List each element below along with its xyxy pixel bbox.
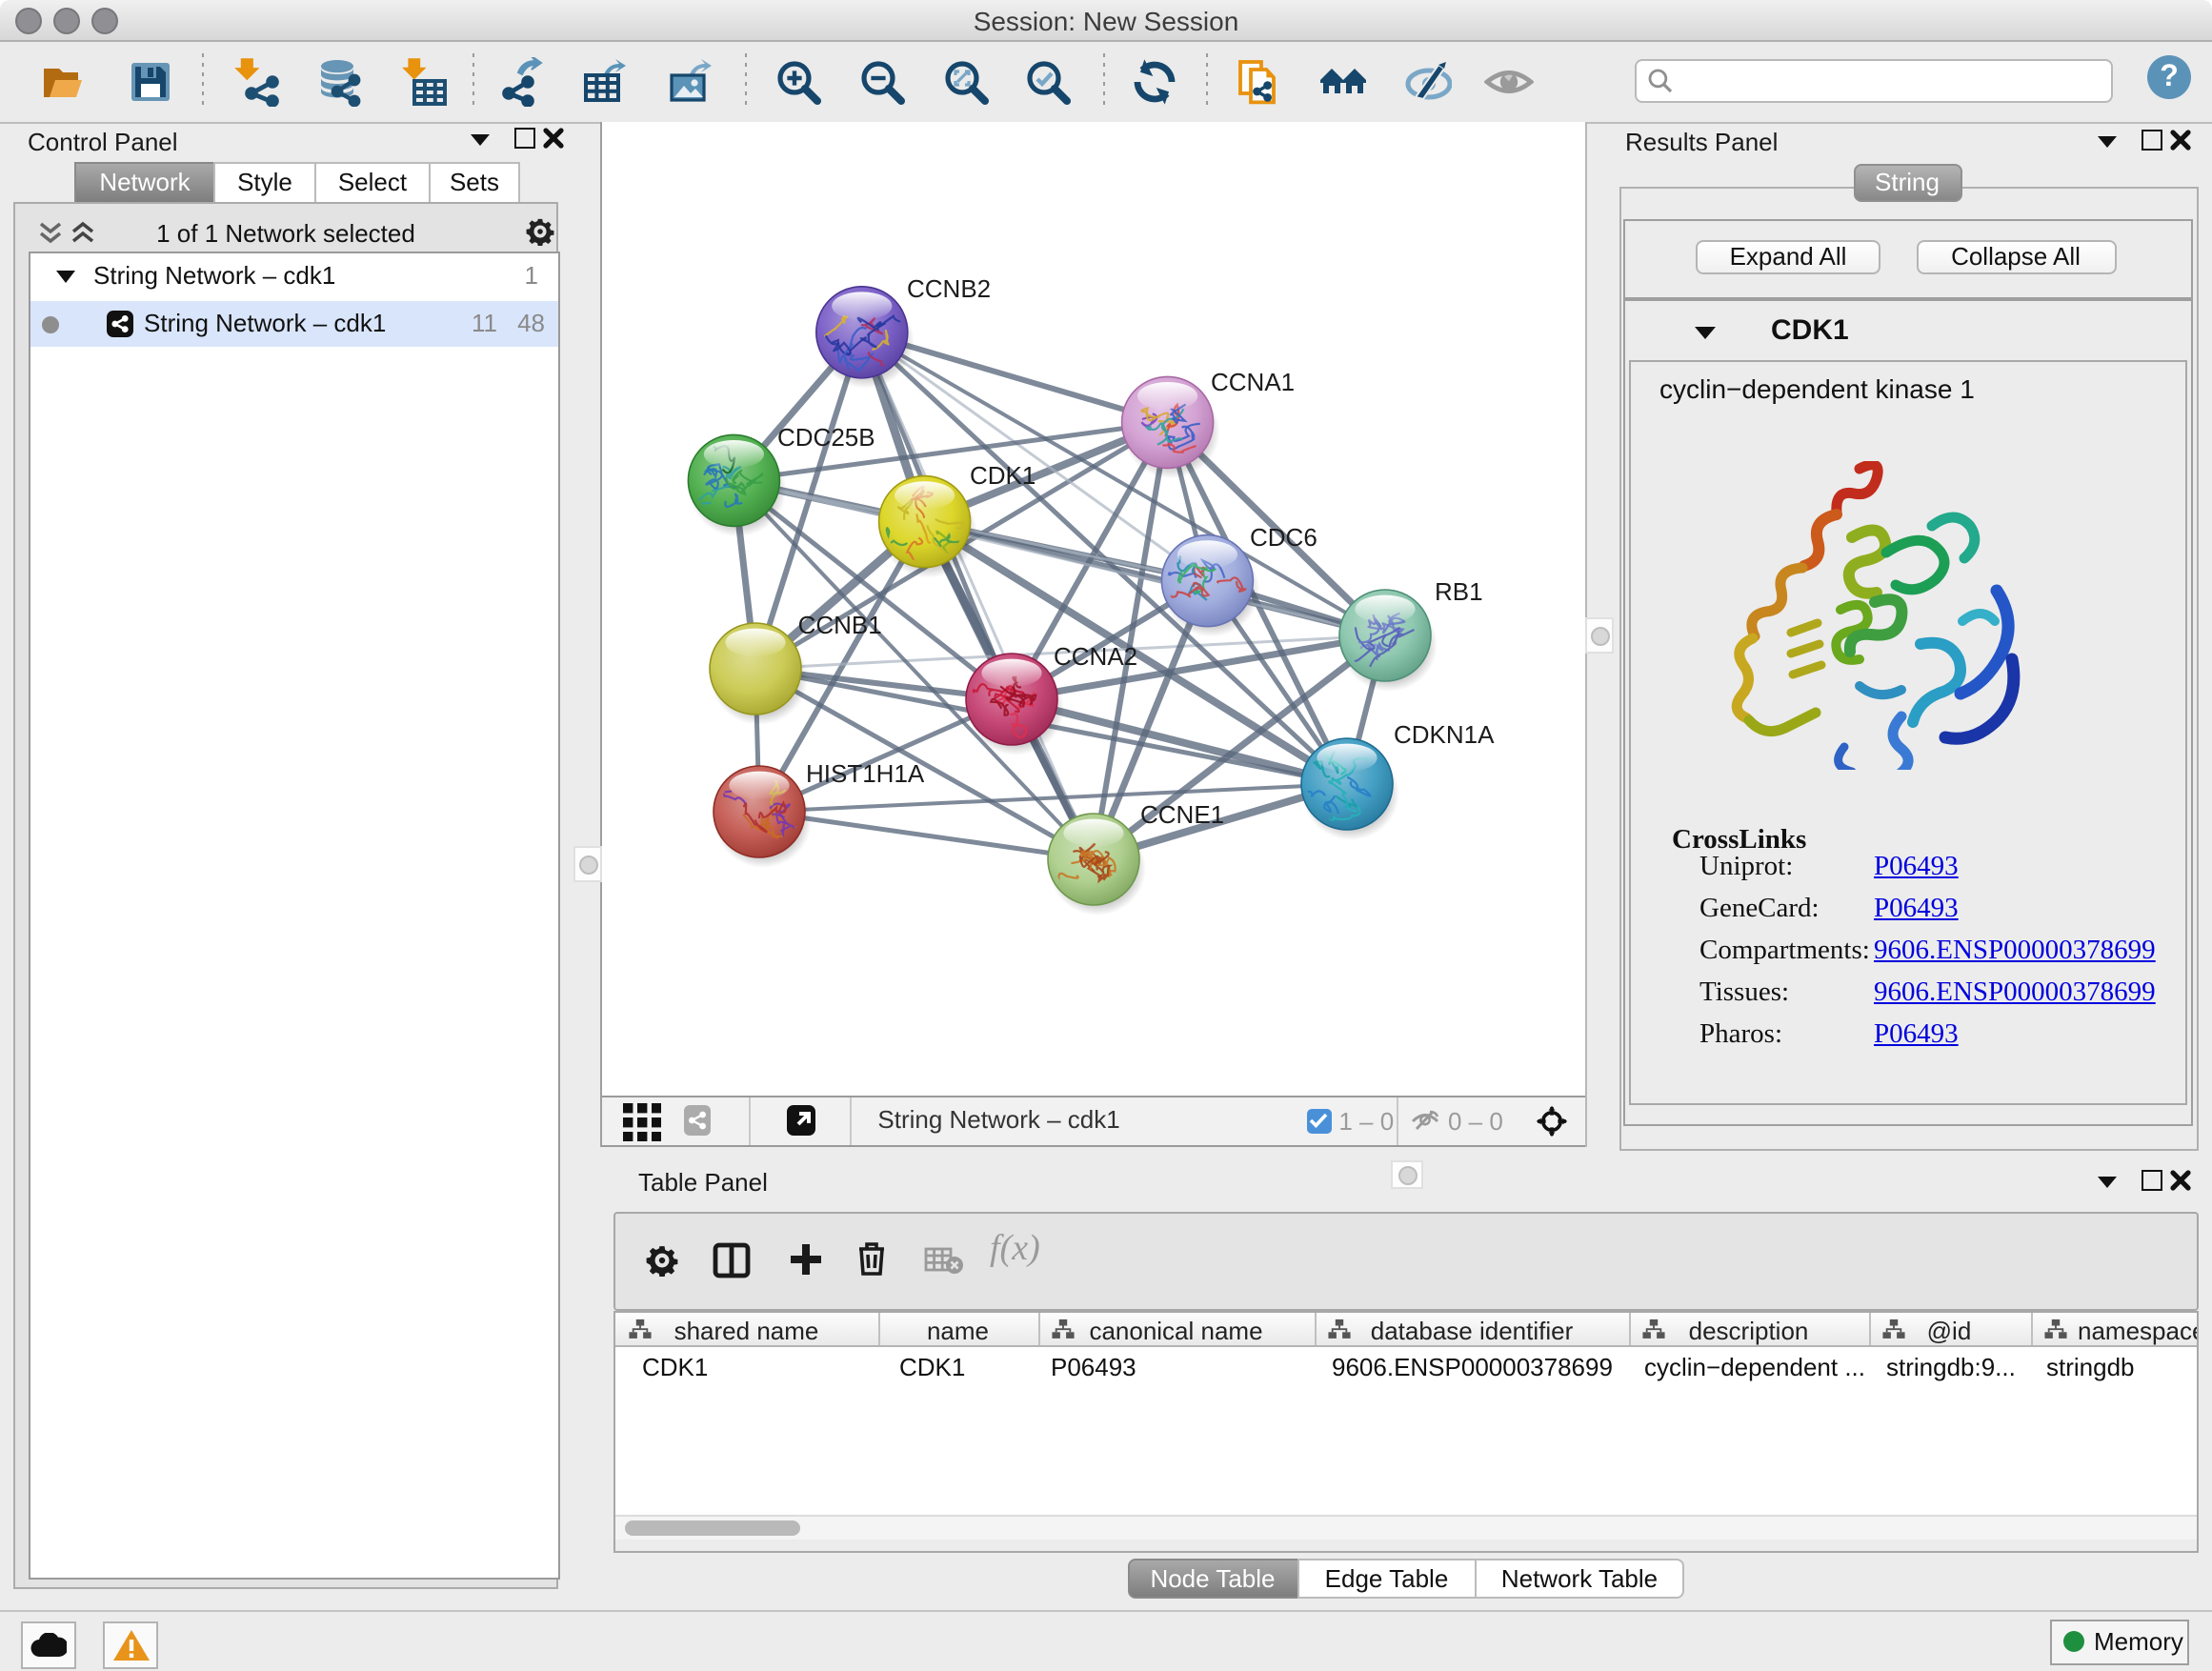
svg-text:CCNA1: CCNA1: [1211, 368, 1295, 396]
svg-text:CDK1: CDK1: [970, 461, 1036, 490]
svg-text:CDC25B: CDC25B: [777, 423, 875, 452]
svg-text:CCNB1: CCNB1: [798, 611, 882, 639]
svg-text:CDC6: CDC6: [1250, 523, 1317, 552]
svg-text:CCNE1: CCNE1: [1140, 800, 1224, 829]
svg-text:CDKN1A: CDKN1A: [1394, 720, 1495, 749]
svg-text:CCNB2: CCNB2: [907, 274, 991, 303]
svg-text:CCNA2: CCNA2: [1054, 642, 1137, 671]
svg-text:RB1: RB1: [1435, 577, 1483, 606]
svg-text:HIST1H1A: HIST1H1A: [806, 759, 925, 788]
